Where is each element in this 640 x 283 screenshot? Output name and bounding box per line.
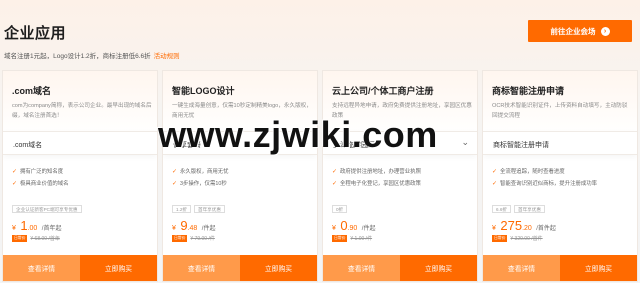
price-unit: /首件起 bbox=[536, 226, 556, 232]
product-card-com-domain: .com域名 com为company简称，表示公司企业。最早出现的域名后缀，域名… bbox=[2, 70, 158, 282]
discount-tag: 首年享优惠 bbox=[193, 205, 225, 213]
buy-now-button[interactable]: 立即购买 bbox=[240, 255, 317, 281]
cta-label: 前往企业会场 bbox=[550, 26, 596, 36]
feature-list: ✓ 永久版权，商用无忧 ✓ 3步操作，仅需10秒 bbox=[172, 165, 229, 189]
price: ¥ 9.48 /件起 bbox=[172, 217, 215, 235]
check-icon: ✓ bbox=[172, 180, 178, 187]
discount-tag: 1.2折 bbox=[172, 205, 191, 213]
price-value: 9 bbox=[180, 218, 188, 233]
check-icon: ✓ bbox=[332, 168, 338, 175]
price-value: 1 bbox=[20, 218, 28, 233]
feature-list: ✓ 政府提供注册地址，办理营业执照 ✓ 全程电子化登记，享园区优惠政策 bbox=[332, 165, 421, 189]
original-price: ¥ 1.00 /件 bbox=[350, 236, 373, 242]
price-value: 0 bbox=[340, 218, 348, 233]
original-price-row: 日常价 ¥ 1.00 /件 bbox=[332, 235, 372, 242]
price-unit: /件起 bbox=[201, 226, 216, 232]
selector-value: 商标智能注册申请 bbox=[493, 142, 549, 149]
tag-list: 6.6折 首年享优惠 bbox=[492, 205, 545, 213]
card-actions: 查看详情 立即购买 bbox=[483, 255, 637, 281]
card-title: .com域名 bbox=[12, 86, 52, 96]
card-title: 商标智能注册申请 bbox=[492, 86, 565, 96]
price-unit: /件起 bbox=[361, 226, 376, 232]
original-price-row: 日常价 ¥ 79.00 /件 bbox=[172, 235, 215, 242]
page-header: 企业应用 域名注册1元起，Logo设计1.2折，商标注册低6.6折 活动规则 前往… bbox=[4, 20, 632, 64]
buy-now-button[interactable]: 立即购买 bbox=[560, 255, 637, 281]
page-title: 企业应用 bbox=[4, 25, 67, 42]
product-card-trademark: 商标智能注册申请 OCR技术智能识别证件，上传资料自动填写，主动防驳回提交流程 … bbox=[482, 70, 638, 282]
discount-tag: 首年享优惠 bbox=[513, 205, 545, 213]
feature-item: ✓ 政府提供注册地址，办理营业执照 bbox=[332, 168, 421, 176]
discount-tag: 6.6折 bbox=[492, 205, 511, 213]
check-icon: ✓ bbox=[172, 168, 178, 175]
check-icon: ✓ bbox=[12, 180, 18, 187]
price-value: 275 bbox=[500, 218, 523, 233]
tag-list: 0折 bbox=[332, 205, 348, 213]
view-details-button[interactable]: 查看详情 bbox=[163, 255, 240, 281]
spec-selector[interactable]: .com域名 bbox=[3, 131, 157, 155]
price: ¥ 0.90 /件起 bbox=[332, 217, 375, 235]
price-decimals: .90 bbox=[347, 225, 358, 232]
selector-value: .com域名 bbox=[13, 142, 43, 149]
feature-item: ✓ 智能查询识别近似商标，提升注册成功率 bbox=[492, 180, 598, 188]
spec-selector[interactable]: 商标智能注册申请 bbox=[483, 131, 637, 155]
check-icon: ✓ bbox=[492, 180, 498, 187]
discount-tag: 0折 bbox=[332, 205, 348, 213]
daily-price-badge: 日常价 bbox=[332, 235, 348, 242]
card-actions: 查看详情 立即购买 bbox=[323, 255, 477, 281]
site-watermark: www.zjwiki.com bbox=[158, 114, 438, 155]
view-details-button[interactable]: 查看详情 bbox=[323, 255, 400, 281]
product-cards: .com域名 com为company简称，表示公司企业。最早出现的域名后缀，域名… bbox=[2, 70, 638, 282]
product-card-logo-design: 智能LOGO设计 一键生成海量创意，仅需10秒定制精美logo，永久版权，商用无… bbox=[162, 70, 318, 282]
original-price-row: 日常价 ¥ 320.00 /首件 bbox=[492, 235, 543, 242]
original-price: ¥ 68.00 /首年 bbox=[30, 236, 60, 242]
price: ¥ 275.20 /首件起 bbox=[492, 217, 556, 235]
feature-list: ✓ 全流程追踪，随时查看进度 ✓ 智能查询识别近似商标，提升注册成功率 bbox=[492, 165, 597, 189]
card-title: 云上公司/个体工商户注册 bbox=[332, 86, 434, 96]
rules-link[interactable]: 活动规则 bbox=[154, 53, 180, 60]
tag-list: 企业认证新客PC端可享专优惠 bbox=[12, 205, 82, 213]
card-description: com为company简称，表示公司企业。最早出现的域名后缀，域名注册首选！ bbox=[12, 103, 152, 119]
currency-symbol: ¥ bbox=[492, 225, 496, 232]
original-price-row: 日常价 ¥ 68.00 /首年 bbox=[12, 235, 60, 242]
feature-item: ✓ 极具商业价值的域名 bbox=[12, 180, 69, 188]
view-details-button[interactable]: 查看详情 bbox=[3, 255, 80, 281]
currency-symbol: ¥ bbox=[172, 225, 176, 232]
go-enterprise-venue-button[interactable]: 前往企业会场 › bbox=[528, 20, 632, 42]
price-unit: /首年起 bbox=[41, 226, 62, 232]
discount-tag: 企业认证新客PC端可享专优惠 bbox=[12, 205, 82, 213]
check-icon: ✓ bbox=[12, 168, 18, 175]
card-title: 智能LOGO设计 bbox=[172, 86, 235, 96]
price: ¥ 1.00 /首年起 bbox=[12, 217, 61, 235]
original-price: ¥ 320.00 /首件 bbox=[510, 236, 543, 242]
currency-symbol: ¥ bbox=[12, 225, 16, 232]
card-actions: 查看详情 立即购买 bbox=[3, 255, 157, 281]
price-decimals: .48 bbox=[187, 225, 198, 232]
daily-price-badge: 日常价 bbox=[492, 235, 508, 242]
daily-price-badge: 日常价 bbox=[172, 235, 188, 242]
check-icon: ✓ bbox=[492, 168, 498, 175]
buy-now-button[interactable]: 立即购买 bbox=[80, 255, 157, 281]
product-card-company-registration: 云上公司/个体工商户注册 支持远程异地申请，政府免费提供注册地址，享园区优惠政策… bbox=[322, 70, 478, 282]
price-decimals: .00 bbox=[27, 225, 38, 232]
view-details-button[interactable]: 查看详情 bbox=[483, 255, 560, 281]
buy-now-button[interactable]: 立即购买 bbox=[400, 255, 477, 281]
arrow-right-icon: › bbox=[600, 26, 610, 36]
original-price: ¥ 79.00 /件 bbox=[190, 236, 215, 242]
feature-item: ✓ 全程电子化登记，享园区优惠政策 bbox=[332, 180, 421, 188]
chevron-down-icon: ⌄ bbox=[461, 137, 469, 147]
card-actions: 查看详情 立即购买 bbox=[163, 255, 317, 281]
promo-text: 域名注册1元起，Logo设计1.2折，商标注册低6.6折 bbox=[4, 53, 151, 60]
feature-list: ✓ 拥有广泛的知名度 ✓ 极具商业价值的域名 bbox=[12, 165, 69, 189]
tag-list: 1.2折 首年享优惠 bbox=[172, 205, 225, 213]
daily-price-badge: 日常价 bbox=[12, 235, 28, 242]
currency-symbol: ¥ bbox=[332, 225, 336, 232]
feature-item: ✓ 全流程追踪，随时查看进度 bbox=[492, 168, 565, 176]
promo-subtitle: 域名注册1元起，Logo设计1.2折，商标注册低6.6折 活动规则 bbox=[4, 50, 180, 60]
check-icon: ✓ bbox=[332, 180, 338, 187]
price-decimals: .20 bbox=[522, 225, 532, 232]
feature-item: ✓ 永久版权，商用无忧 bbox=[172, 168, 229, 176]
feature-item: ✓ 拥有广泛的知名度 bbox=[12, 168, 64, 176]
feature-item: ✓ 3步操作，仅需10秒 bbox=[172, 180, 227, 188]
card-description: OCR技术智能识别证件，上传资料自动填写，主动防驳回提交流程 bbox=[492, 103, 628, 119]
